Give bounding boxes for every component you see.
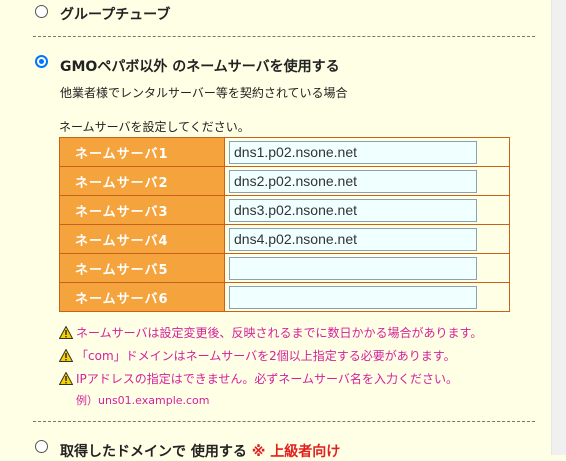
option-acquired-domain: 取得したドメインで 使用する ※ 上級者向け [60, 441, 340, 461]
warning-text: 「com」ドメインはネームサーバを2個以上指定する必要があります。 [76, 349, 456, 363]
nameserver-input-5[interactable] [229, 256, 477, 280]
nameserver-label: ネームサーバ1 [59, 137, 225, 167]
warning-line: ネームサーバは設定変更後、反映されるまでに数日かかる場合があります。 [58, 324, 483, 342]
nameserver-example: 例）uns01.example.com [76, 394, 210, 407]
warning-line: 「com」ドメインはネームサーバを2個以上指定する必要があります。 [58, 347, 456, 365]
advanced-note: ※ 上級者向け [251, 444, 341, 460]
radio-acquired-domain[interactable] [35, 440, 48, 453]
nameserver-input-3[interactable]: dns3.p02.nsone.net [229, 198, 477, 222]
warning-text: ネームサーバは設定変更後、反映されるまでに数日かかる場合があります。 [76, 326, 483, 340]
option-other-nameserver-description: 他業者様でレンタルサーバー等を契約されている場合 [60, 86, 348, 100]
nameserver-input-4[interactable]: dns4.p02.nsone.net [229, 227, 477, 251]
nameserver-prompt: ネームサーバを設定してください。 [59, 120, 250, 134]
option-acquired-domain-label: 取得したドメインで 使用する [60, 444, 247, 460]
nameserver-row: ネームサーバ1 dns1.p02.nsone.net [59, 137, 510, 167]
nameserver-label: ネームサーバ6 [59, 282, 225, 312]
option-group-tube-label: グループチューブ [60, 7, 171, 23]
warning-text: IPアドレスの指定はできません。必ずネームサーバ名を入力ください。 [76, 372, 458, 386]
nameserver-input-2[interactable]: dns2.p02.nsone.net [229, 169, 477, 193]
nameserver-label: ネームサーバ3 [59, 195, 225, 225]
nameserver-label: ネームサーバ5 [59, 253, 225, 283]
warning-icon [58, 371, 74, 388]
warning-icon [58, 348, 74, 365]
page-scrollbar[interactable] [551, 0, 566, 455]
nameserver-row: ネームサーバ4 dns4.p02.nsone.net [59, 224, 510, 254]
radio-group-tube[interactable] [35, 5, 48, 18]
nameserver-label: ネームサーバ2 [59, 166, 225, 196]
nameserver-row: ネームサーバ5 [59, 253, 510, 283]
radio-other-nameserver[interactable] [35, 55, 48, 68]
option-other-nameserver-label: GMOペパボ以外 のネームサーバを使用する [60, 59, 340, 75]
nameserver-label: ネームサーバ4 [59, 224, 225, 254]
nameserver-table: ネームサーバ1 dns1.p02.nsone.net ネームサーバ2 dns2.… [59, 137, 510, 312]
nameserver-input-1[interactable]: dns1.p02.nsone.net [229, 140, 477, 164]
warning-icon [58, 325, 74, 342]
warning-line: IPアドレスの指定はできません。必ずネームサーバ名を入力ください。 [58, 370, 458, 388]
nameserver-row: ネームサーバ3 dns3.p02.nsone.net [59, 195, 510, 225]
nameserver-row: ネームサーバ2 dns2.p02.nsone.net [59, 166, 510, 196]
nameserver-row: ネームサーバ6 [59, 282, 510, 312]
divider [33, 36, 535, 37]
divider [33, 421, 535, 422]
nameserver-input-6[interactable] [229, 285, 477, 309]
